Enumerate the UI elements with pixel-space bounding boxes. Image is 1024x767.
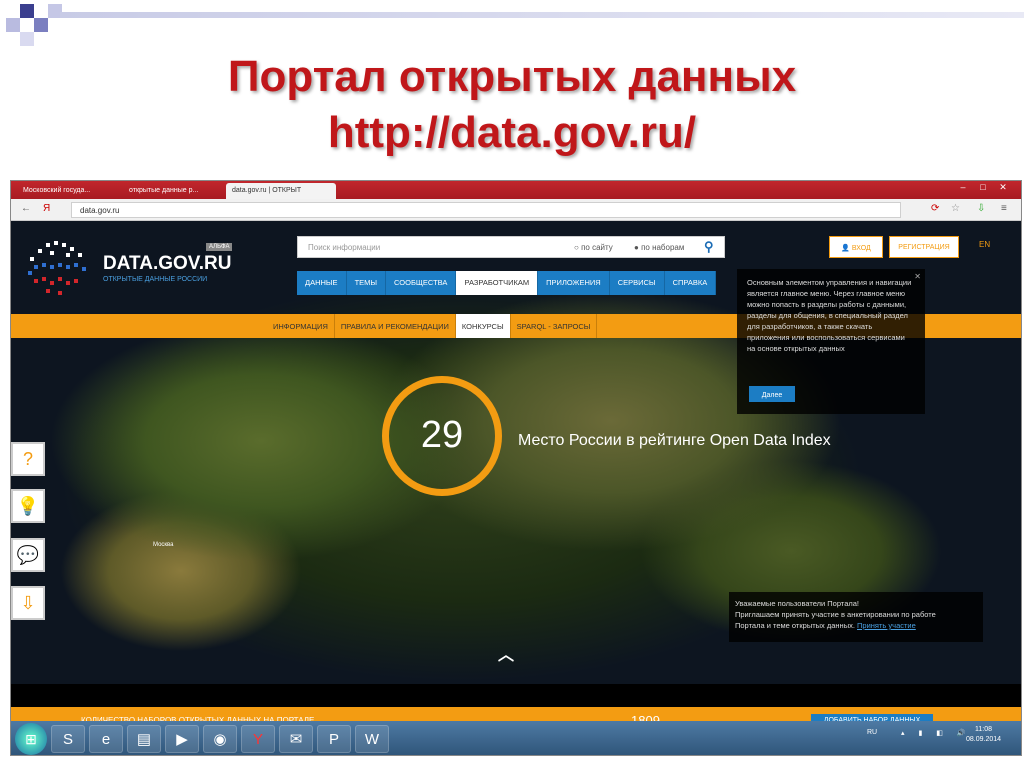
tooltip-close-icon[interactable]: ✕ (914, 271, 921, 282)
mail-icon[interactable]: ✉ (279, 725, 313, 753)
register-button[interactable]: РЕГИСТРАЦИЯ (889, 236, 959, 258)
lightbulb-icon[interactable]: 💡 (11, 489, 45, 523)
url-field[interactable]: data.gov.ru (71, 202, 901, 218)
search-input[interactable]: Поиск информации ○ по сайту ● по наборам… (297, 236, 725, 258)
clock-date: 08.09.2014 (966, 736, 1002, 743)
notice-line: Портала и теме открытых данных. (735, 621, 855, 630)
site-viewport: DATA.GOV.RU ОТКРЫТЫЕ ДАННЫЕ РОССИИ АЛЬФА… (11, 221, 1021, 735)
back-icon[interactable]: ← (21, 203, 31, 214)
radio-by-site-label: по сайту (581, 243, 613, 252)
close-icon[interactable]: ✕ (996, 182, 1010, 194)
yandex-icon[interactable]: Y (241, 725, 275, 753)
rank-circle: 29 (382, 376, 502, 496)
radio-by-sets-label: по наборам (641, 243, 685, 252)
logo-subtitle: ОТКРЫТЫЕ ДАННЫЕ РОССИИ (103, 276, 208, 283)
submenu-item-sparql[interactable]: SPARQL - ЗАПРОСЫ (511, 314, 598, 338)
search-placeholder: Поиск информации (308, 243, 381, 252)
maximize-icon[interactable]: □ (976, 182, 990, 194)
media-player-icon[interactable]: ▶ (165, 725, 199, 753)
menu-item-communities[interactable]: СООБЩЕСТВА (386, 271, 457, 295)
clock-time: 11:08 (975, 726, 993, 733)
login-label: ВХОД (851, 245, 871, 252)
radio-by-site[interactable]: ○ по сайту (574, 243, 613, 252)
tooltip-next-button[interactable]: Далее (749, 386, 795, 402)
word-icon[interactable]: W (355, 725, 389, 753)
clock[interactable]: 11:08 08.09.2014 (966, 725, 1001, 745)
menu-item-services[interactable]: СЕРВИСЫ (609, 271, 665, 295)
chat-icon[interactable]: 💬 (11, 538, 45, 572)
browser-tab[interactable]: открытые данные р... (123, 183, 223, 199)
browser-tab[interactable]: Московский госуда... (17, 183, 121, 199)
survey-link[interactable]: Принять участие (857, 621, 916, 630)
rank-caption: Место России в рейтинге Open Data Index (518, 432, 831, 449)
menu-item-themes[interactable]: ТЕМЫ (346, 271, 387, 295)
address-bar: ← Я data.gov.ru ⟳ ☆ ⇩ ≡ (11, 199, 1021, 221)
question-icon[interactable]: ? (11, 442, 45, 476)
tray-icons[interactable]: ▴ ▮ ◧ 🔊 (901, 729, 972, 737)
logo-name: DATA.GOV.RU (103, 253, 232, 274)
language-switch[interactable]: EN (979, 240, 990, 249)
yandex-icon[interactable]: Я (43, 203, 50, 214)
menu-item-apps[interactable]: ПРИЛОЖЕНИЯ (538, 271, 610, 295)
skype-icon[interactable]: S (51, 725, 85, 753)
login-button[interactable]: 👤 ВХОД (829, 236, 883, 258)
slide-title: Портал открытых данных (227, 52, 797, 101)
slide-subtitle-url: http://data.gov.ru/ (327, 108, 697, 157)
chevron-up-icon[interactable]: ︿ (498, 641, 514, 665)
search-icon[interactable]: ⚲ (704, 239, 720, 255)
browser-tab-active[interactable]: data.gov.ru | ОТКРЫТ (226, 183, 336, 199)
beta-badge: АЛЬФА (206, 243, 233, 251)
windows-taskbar: ⊞ S e ▤ ▶ ◉ Y ✉ P W RU ▴ ▮ ◧ 🔊 11:08 08.… (11, 721, 1021, 755)
slide-decoration (0, 0, 80, 50)
submenu-item-rules[interactable]: ПРАВИЛА И РЕКОМЕНДАЦИИ (335, 314, 456, 338)
download-icon[interactable]: ⇩ (11, 586, 45, 620)
chrome-icon[interactable]: ◉ (203, 725, 237, 753)
notice-line: Приглашаем принять участие в анкетирован… (735, 610, 936, 619)
explorer-icon[interactable]: ▤ (127, 725, 161, 753)
survey-notice: Уважаемые пользователи Портала! Приглаша… (729, 592, 983, 642)
main-menu: ДАННЫЕ ТЕМЫ СООБЩЕСТВА РАЗРАБОТЧИКАМ ПРИ… (297, 271, 717, 295)
ie-icon[interactable]: e (89, 725, 123, 753)
submenu-item-contests[interactable]: КОНКУРСЫ (455, 314, 511, 338)
acrobat-icon[interactable]: P (317, 725, 351, 753)
slide-top-line (60, 12, 1024, 18)
tray-language[interactable]: RU (867, 729, 877, 736)
menu-icon[interactable]: ≡ (1001, 203, 1007, 214)
help-tooltip: ✕ Основным элементом управления и навига… (737, 269, 925, 414)
menu-item-data[interactable]: ДАННЫЕ (297, 271, 347, 295)
map-city-label: Москва (153, 542, 174, 548)
browser-screenshot: Московский госуда... открытые данные р..… (10, 180, 1022, 756)
start-button-icon[interactable]: ⊞ (15, 723, 47, 755)
reload-icon[interactable]: ⟳ (931, 203, 939, 214)
submenu-item-info[interactable]: ИНФОРМАЦИЯ (267, 314, 335, 338)
notice-line: Уважаемые пользователи Портала! (735, 599, 860, 608)
star-icon[interactable]: ☆ (951, 203, 960, 214)
tooltip-text: Основным элементом управления и навигаци… (747, 278, 912, 353)
browser-tab-bar: Московский госуда... открытые данные р..… (11, 181, 1021, 199)
minimize-icon[interactable]: – (956, 182, 970, 194)
radio-by-sets[interactable]: ● по наборам (634, 243, 684, 252)
logo-dots-icon (28, 241, 86, 295)
submenu: ИНФОРМАЦИЯ ПРАВИЛА И РЕКОМЕНДАЦИИ КОНКУР… (267, 314, 598, 338)
menu-item-developers[interactable]: РАЗРАБОТЧИКАМ (456, 271, 539, 295)
download-icon[interactable]: ⇩ (977, 203, 985, 214)
menu-item-help[interactable]: СПРАВКА (664, 271, 717, 295)
notice-line-with-link: Портала и теме открытых данных. Принять … (735, 620, 977, 631)
